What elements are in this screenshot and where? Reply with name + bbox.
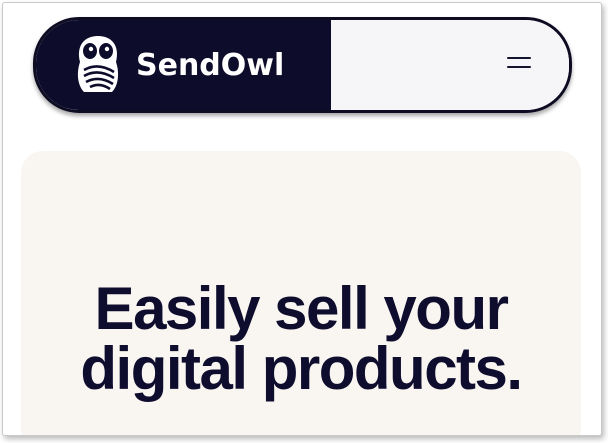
brand-name: SendOwl <box>136 47 285 83</box>
hero-section: Easily sell your digital products. <box>21 151 581 435</box>
menu-line-top <box>507 57 531 59</box>
browser-viewport: SendOwl Easily sell your digital product… <box>2 2 602 436</box>
menu-line-bottom <box>507 66 531 68</box>
top-navbar: SendOwl <box>33 17 572 113</box>
brand-home-link[interactable]: SendOwl <box>36 20 331 110</box>
hamburger-menu-icon[interactable] <box>507 52 533 74</box>
nav-menu-area <box>331 20 569 110</box>
hero-title-line-2: digital products. <box>80 335 523 402</box>
hero-title: Easily sell your digital products. <box>21 279 581 399</box>
owl-logo-icon <box>77 36 119 92</box>
hero-title-line-1: Easily sell your <box>94 275 509 342</box>
